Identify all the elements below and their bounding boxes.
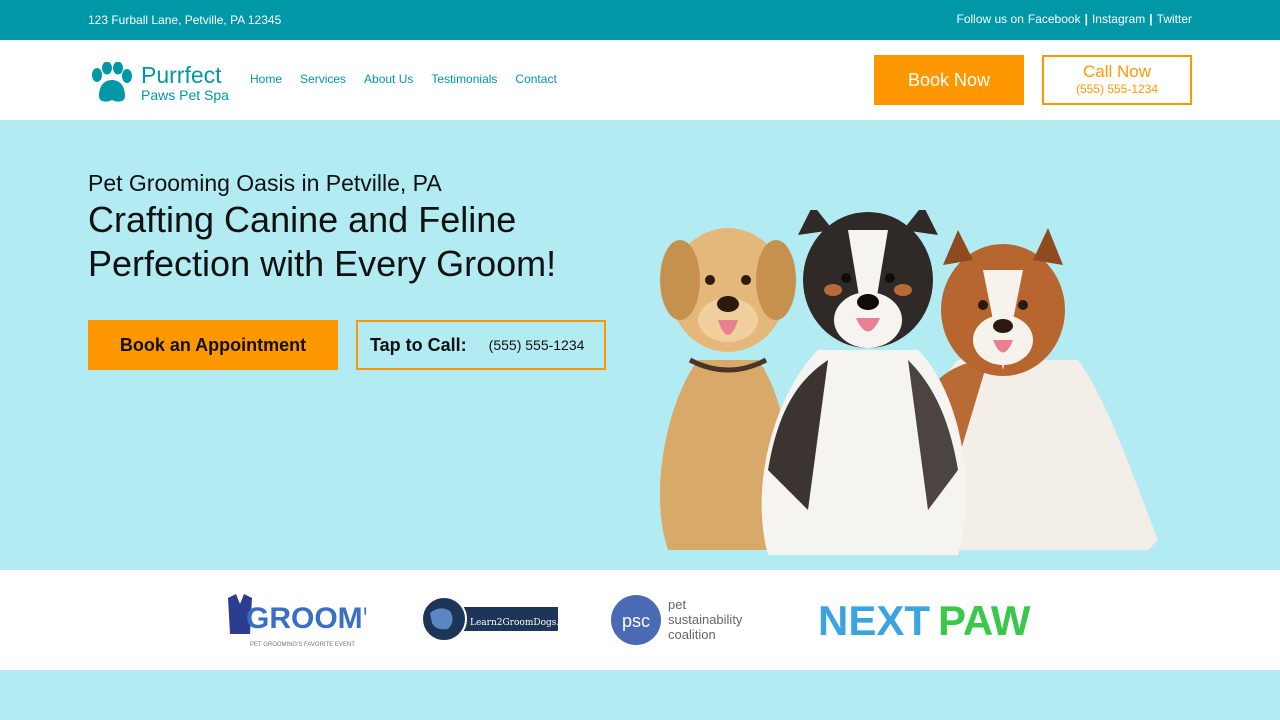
pet-sustainability-coalition-logo[interactable]: psc pet sustainability coalition <box>610 590 770 650</box>
svg-text:GROOM'D: GROOM'D <box>246 602 366 635</box>
separator: | <box>1084 12 1088 26</box>
three-dogs-illustration <box>659 210 1158 555</box>
nav-services[interactable]: Services <box>300 72 346 86</box>
tap-to-call-label: Tap to Call: <box>370 334 467 355</box>
svg-text:pet: pet <box>668 597 686 612</box>
twitter-link[interactable]: Twitter <box>1157 12 1192 26</box>
svg-text:coalition: coalition <box>668 627 716 642</box>
site-header: Purrfect Paws Pet Spa Home Services Abou… <box>0 40 1280 120</box>
svg-text:PET GROOMING'S FAVORITE EVENT: PET GROOMING'S FAVORITE EVENT <box>250 642 355 648</box>
call-now-button[interactable]: Call Now (555) 555-1234 <box>1042 55 1192 105</box>
hero-headline: Crafting Canine and Feline Perfection wi… <box>88 199 557 284</box>
social-links: Follow us on Facebook | Instagram | Twit… <box>957 12 1193 26</box>
nextpaw-logo[interactable]: NEXT PAW <box>818 590 1058 650</box>
svg-text:NEXT: NEXT <box>818 597 930 644</box>
nav-testimonials[interactable]: Testimonials <box>431 72 497 86</box>
nav-contact[interactable]: Contact <box>515 72 556 86</box>
partner-logos: GROOM'D PET GROOMING'S FAVORITE EVENT Le… <box>0 570 1280 670</box>
facebook-link[interactable]: Facebook <box>1028 12 1081 26</box>
instagram-link[interactable]: Instagram <box>1092 12 1145 26</box>
tap-to-call-button[interactable]: Tap to Call: (555) 555-1234 <box>356 320 606 370</box>
book-appointment-button[interactable]: Book an Appointment <box>88 320 338 370</box>
separator: | <box>1149 12 1153 26</box>
nav-about-us[interactable]: About Us <box>364 72 413 86</box>
groomd-logo[interactable]: GROOM'D PET GROOMING'S FAVORITE EVENT <box>226 590 366 650</box>
address-text: 123 Furball Lane, Petville, PA 12345 <box>88 13 282 27</box>
svg-text:psc: psc <box>622 611 650 631</box>
paw-icon <box>92 62 132 102</box>
top-bar: 123 Furball Lane, Petville, PA 12345 Fol… <box>0 0 1280 40</box>
tap-to-call-phone: (555) 555-1234 <box>488 337 585 353</box>
svg-text:PAW: PAW <box>938 597 1031 644</box>
hero-section: Pet Grooming Oasis in Petville, PA Craft… <box>0 120 1280 570</box>
follow-text: Follow us on <box>956 12 1024 26</box>
brand-tagline: Paws Pet Spa <box>141 87 229 103</box>
call-now-label: Call Now <box>1082 62 1152 81</box>
svg-text:sustainability: sustainability <box>668 612 743 627</box>
site-logo[interactable]: Purrfect Paws Pet Spa <box>88 62 229 104</box>
book-now-button[interactable]: Book Now <box>874 55 1024 105</box>
main-nav: Home Services About Us Testimonials Cont… <box>250 72 557 86</box>
brand-name: Purrfect <box>141 62 222 88</box>
hero-kicker: Pet Grooming Oasis in Petville, PA <box>88 170 442 196</box>
call-now-phone: (555) 555-1234 <box>1075 82 1159 96</box>
learn2groomdogs-logo[interactable]: Learn2GroomDogs.com <box>420 590 560 650</box>
svg-text:Learn2GroomDogs.com: Learn2GroomDogs.com <box>470 618 560 628</box>
nav-home[interactable]: Home <box>250 72 282 86</box>
